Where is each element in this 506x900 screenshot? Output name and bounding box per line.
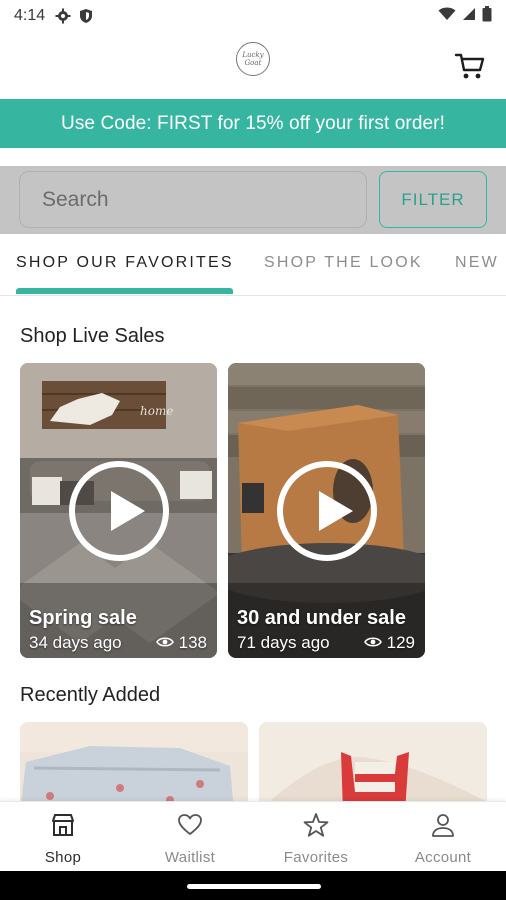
bottom-navigation: Shop Waitlist Favorites Account (0, 801, 506, 871)
product-card[interactable] (259, 722, 487, 812)
nav-account-label: Account (414, 849, 472, 866)
home-gesture-handle[interactable] (187, 884, 321, 889)
nav-waitlist-label: Waitlist (164, 849, 216, 866)
heart-icon (177, 812, 203, 843)
live-sale-title: Spring sale (29, 607, 137, 629)
tab-shop-our-favorites[interactable]: SHOP OUR FAVORITES (16, 254, 234, 272)
live-sale-views: 138 (155, 633, 207, 653)
shop-icon (50, 812, 76, 843)
filter-button[interactable]: FILTER (379, 171, 487, 228)
svg-text:Goat: Goat (245, 59, 262, 67)
live-sale-card[interactable]: home Spring sale 34 days ago 138 (20, 363, 217, 658)
eye-icon (363, 633, 382, 653)
person-icon (430, 812, 456, 843)
tab-new[interactable]: NEW (455, 254, 499, 272)
category-tabs: SHOP OUR FAVORITES SHOP THE LOOK NEW (0, 234, 506, 296)
search-input[interactable]: Search (19, 171, 367, 228)
tab-shop-the-look[interactable]: SHOP THE LOOK (264, 254, 423, 272)
nav-shop[interactable]: Shop (0, 802, 126, 872)
svg-text:home: home (140, 404, 173, 418)
play-icon[interactable] (277, 461, 377, 561)
filter-label: FILTER (401, 189, 465, 209)
battery-icon (482, 5, 492, 27)
status-bar: 4:14 (0, 0, 506, 32)
nav-shop-label: Shop (44, 849, 82, 866)
star-icon (303, 812, 329, 843)
nav-favorites[interactable]: Favorites (253, 802, 379, 872)
eye-icon (155, 633, 174, 653)
product-thumbnail (20, 722, 248, 812)
app-header: Lucky Goat (0, 32, 506, 98)
wifi-icon (438, 7, 456, 26)
promo-banner[interactable]: Use Code: FIRST for 15% off your first o… (0, 99, 506, 148)
play-icon[interactable] (69, 461, 169, 561)
product-thumbnail (259, 722, 487, 812)
nav-account[interactable]: Account (380, 802, 506, 872)
live-sale-card[interactable]: 30 and under sale 71 days ago 129 (228, 363, 425, 658)
product-card[interactable] (20, 722, 248, 812)
search-bar: Search FILTER (0, 166, 506, 234)
live-sale-title: 30 and under sale (237, 607, 406, 629)
live-sale-view-count: 129 (386, 633, 415, 652)
search-placeholder: Search (42, 187, 109, 211)
cart-icon[interactable] (454, 50, 486, 82)
live-sale-views: 129 (363, 633, 415, 653)
system-gesture-bar (0, 871, 506, 900)
live-sale-age: 34 days ago (29, 633, 122, 652)
shield-icon (79, 8, 93, 24)
live-sales-heading: Shop Live Sales (20, 325, 165, 347)
svg-text:Lucky: Lucky (241, 51, 264, 59)
recently-added-heading: Recently Added (20, 684, 161, 706)
status-time: 4:14 (14, 7, 46, 24)
active-tab-indicator (16, 288, 233, 294)
brand-logo[interactable]: Lucky Goat (236, 42, 270, 76)
live-sale-view-count: 138 (178, 633, 207, 652)
signal-icon (462, 7, 476, 26)
promo-text: Use Code: FIRST for 15% off your first o… (61, 112, 445, 134)
live-sale-age: 71 days ago (237, 633, 330, 652)
gear-icon (55, 8, 71, 24)
nav-favorites-label: Favorites (283, 849, 349, 866)
nav-waitlist[interactable]: Waitlist (127, 802, 253, 872)
